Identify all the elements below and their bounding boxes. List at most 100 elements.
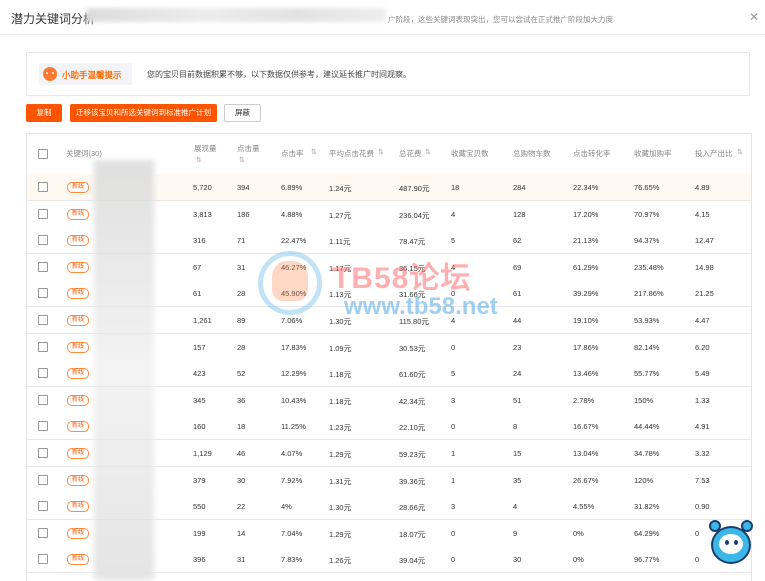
sort-icon[interactable]: ⇅ [196,156,202,164]
table-cell: 30.53元 [399,343,426,353]
table-cell: 4.55% [573,502,595,512]
select-all-checkbox[interactable] [38,149,48,159]
table-cell: 0 [695,528,700,538]
col-favorites[interactable]: 收藏宝贝数 [451,148,489,159]
table-cell: 39.29% [573,289,599,299]
table-cell: 18 [451,183,460,192]
table-cell: 235.48% [634,262,664,272]
table-cell: 16.67% [573,422,599,432]
table-cell: 7.92% [281,475,303,485]
table-cell: 11.25% [281,422,306,432]
table-cell: 12.29% [281,369,307,379]
table-cell: 1,261 [193,316,212,325]
sort-icon[interactable]: ⇅ [425,148,431,156]
dialog-title: 潜力关键词分析 [11,12,96,26]
copy-button[interactable]: 复制 [26,104,62,122]
row-checkbox[interactable] [38,208,48,219]
table-cell: 0 [695,555,700,565]
table-cell: 67 [193,262,202,272]
row-checkbox[interactable] [38,288,48,299]
row-checkbox[interactable] [38,554,48,565]
table-cell: 345 [193,395,206,405]
row-checkbox[interactable] [38,474,48,485]
col-avg-cpc[interactable]: 平均点击花费 [329,148,374,159]
col-clicks[interactable]: 点击量 [237,143,260,154]
shield-button[interactable]: 屏蔽 [224,104,261,122]
table-cell: 0% [573,555,584,565]
sort-icon[interactable]: ⇅ [311,148,317,156]
table-cell: 64.29% [634,528,660,538]
sort-icon[interactable]: ⇅ [378,148,384,156]
col-roi[interactable]: 投入产出比 [695,148,733,159]
table-cell: 157 [193,342,206,352]
sort-icon[interactable]: ⇅ [239,156,245,164]
new-tag-badge: 新线 [67,501,89,513]
table-cell: 7.53 [695,475,710,485]
row-checkbox[interactable] [38,421,48,432]
col-impressions[interactable]: 展现量 [194,143,217,154]
table-cell: 36.15元 [399,263,426,273]
assistant-float-icon[interactable] [707,520,755,566]
table-cell: 0 [451,342,456,352]
table-cell: 22.34% [573,183,599,192]
col-cvr[interactable]: 点击转化率 [573,148,611,159]
table-cell: 186 [237,209,250,219]
row-checkbox[interactable] [38,315,48,325]
table-cell: 61 [513,289,522,299]
table-cell: 46.27% [281,262,307,272]
col-cart[interactable]: 总购物车数 [513,148,551,159]
table-cell: 0 [451,289,456,299]
table-cell: 14.98 [695,262,714,272]
row-checkbox[interactable] [38,368,48,379]
table-cell: 30 [513,555,522,565]
sort-icon[interactable]: ⇅ [737,148,743,156]
row-checkbox[interactable] [38,394,48,405]
table-cell: 61.60元 [399,370,426,380]
table-cell: 1.29元 [329,529,352,539]
table-cell: 236.04元 [399,210,430,220]
table-cell: 5 [451,369,456,379]
row-checkbox[interactable] [38,261,48,272]
new-tag-badge: 新线 [67,368,89,380]
table-cell: 24 [513,369,522,379]
table-cell: 128 [513,209,526,219]
table-cell: 39.04元 [399,556,426,566]
table-cell: 18 [237,422,246,432]
row-checkbox[interactable] [38,448,48,458]
mascot-eye-icon [734,540,738,545]
table-cell: 1.09元 [329,343,352,353]
table-cell: 17.20% [573,209,599,219]
table-cell: 150% [634,395,654,405]
table-cell: 1.11元 [329,237,351,247]
move-to-plan-button[interactable]: 迁移该宝贝和所选关键词到标准推广计划 [70,104,217,122]
table-cell: 1.23元 [329,423,352,433]
close-icon[interactable]: ✕ [749,10,759,24]
table-cell: 36 [237,395,246,405]
table-cell: 96.77% [634,555,660,565]
row-checkbox[interactable] [38,182,48,192]
col-total-cost[interactable]: 总花费 [399,148,422,159]
row-checkbox[interactable] [38,527,48,538]
table-cell: 0.90 [695,502,710,512]
row-checkbox[interactable] [38,501,48,512]
new-tag-badge: 新线 [67,208,89,220]
col-fav-cart-rate[interactable]: 收藏加购率 [634,148,672,159]
table-cell: 1.27元 [329,210,352,220]
table-cell: 51 [513,395,522,405]
table-cell: 31 [237,262,246,272]
new-tag-badge: 新线 [67,235,89,247]
row-checkbox[interactable] [38,235,48,246]
table-cell: 5.49 [695,369,710,379]
new-tag-badge: 新线 [67,448,89,459]
new-tag-badge: 新线 [67,261,89,273]
table-cell: 39.36元 [399,476,426,486]
row-checkbox[interactable] [38,341,48,352]
table-cell: 487.90元 [399,184,430,193]
table-cell: 1.24元 [329,184,352,193]
table-cell: 69 [513,262,522,272]
table-cell: 19.10% [573,316,599,325]
mascot-eye-icon [725,540,729,545]
table-cell: 394 [237,183,250,192]
col-ctr[interactable]: 点击率 [281,148,304,159]
table-cell: 13.04% [573,449,599,458]
